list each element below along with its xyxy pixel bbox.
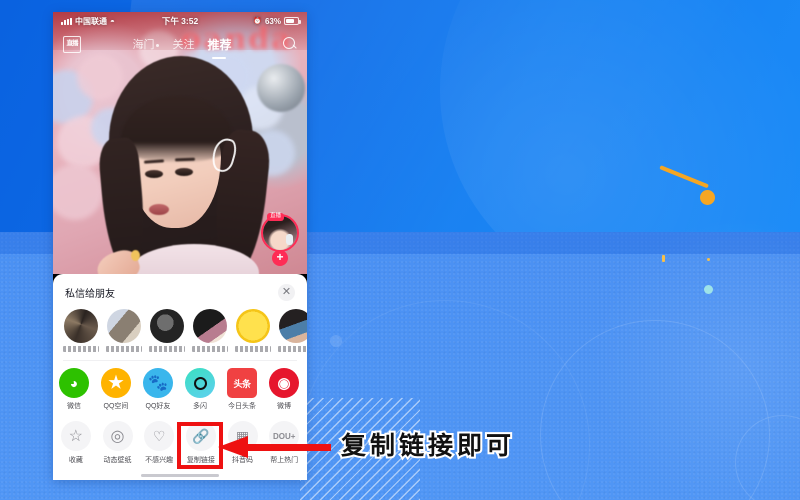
not-interested-icon: ♡ [144, 421, 175, 451]
close-icon[interactable]: ✕ [278, 284, 295, 301]
phone-screenshot: oanda 中国联通 ◓ 下午 3:52 ⏰ 63% 直播 海门 关注 推荐 直… [53, 12, 307, 480]
share-app-wechat[interactable]: ◕ 微信 [53, 368, 95, 411]
list-item[interactable] [192, 309, 228, 352]
eye-right [175, 168, 193, 176]
action-live-wallpaper[interactable]: ◎ 动态壁纸 [97, 421, 139, 465]
weibo-icon: ◉ [269, 368, 299, 398]
list-item[interactable] [235, 309, 271, 352]
toutiao-icon: 头条 [227, 368, 257, 398]
tab-dot-icon [156, 43, 160, 47]
friend-name-blurred [235, 346, 271, 352]
share-app-label: 今日头条 [228, 403, 256, 410]
share-app-weibo[interactable]: ◉ 微博 [263, 368, 305, 411]
friends-list [53, 307, 307, 360]
tab-haimen[interactable]: 海门 [132, 36, 160, 52]
live-badge: 直播 [267, 213, 285, 221]
list-item[interactable] [278, 309, 307, 352]
comet-dot-icon [700, 190, 715, 205]
share-app-duoshan[interactable]: 多闪 [179, 368, 221, 411]
live-entry-button[interactable]: 直播 [63, 35, 81, 53]
wechat-icon: ◕ [59, 368, 89, 398]
battery-icon [284, 17, 301, 25]
share-app-toutiao[interactable]: 头条 今日头条 [221, 368, 263, 411]
mouth [149, 204, 169, 215]
spark-2 [707, 258, 710, 261]
disco-ball-decor [257, 64, 305, 112]
live-author-avatar[interactable]: 直播 + [259, 213, 301, 266]
avatar [64, 309, 98, 343]
friend-name-blurred [278, 346, 307, 352]
share-app-label: 微博 [277, 403, 291, 410]
avatar [236, 309, 270, 343]
spark-1 [662, 255, 665, 262]
home-indicator [141, 474, 219, 477]
status-bar-time: 下午 3:52 [161, 16, 199, 26]
action-label: 动态壁纸 [103, 457, 132, 464]
share-sheet-title: 私信给朋友 [65, 289, 115, 300]
share-app-qq[interactable]: 🐾 QQ好友 [137, 368, 179, 411]
star-icon: ☆ [60, 421, 91, 451]
share-app-label: 更多分享 [305, 401, 307, 411]
feed-tabs: 海门 关注 推荐 [132, 36, 231, 53]
share-sheet-header: 私信给朋友 ✕ [53, 274, 307, 307]
friend-name-blurred [149, 346, 185, 352]
search-icon[interactable] [282, 37, 297, 51]
qq-icon: 🐾 [143, 368, 173, 398]
annotation-callout-text: 复制链接即可 [339, 429, 516, 462]
highlight-box [177, 422, 223, 469]
tab-recommended[interactable]: 推荐 [207, 36, 231, 53]
share-app-label: 多闪 [193, 403, 207, 410]
eye-left [145, 170, 163, 178]
follow-button[interactable]: + [272, 250, 288, 266]
share-app-more[interactable]: ⋯ 更多分享 [305, 368, 307, 411]
left-arrow-icon [218, 436, 331, 458]
list-item[interactable] [63, 309, 99, 352]
action-not-interested[interactable]: ♡ 不感兴趣 [138, 421, 180, 465]
share-app-label: QQ好友 [145, 403, 171, 410]
share-app-label: QQ空间 [103, 403, 129, 410]
balloon-decor [53, 164, 103, 220]
action-favorite[interactable]: ☆ 收藏 [55, 421, 97, 465]
duoshan-icon [185, 368, 215, 398]
arrow-shaft [241, 444, 331, 451]
share-app-qzone[interactable]: ★ QQ空间 [95, 368, 137, 411]
friend-name-blurred [192, 346, 228, 352]
spark-4 [330, 335, 342, 347]
avatar [150, 309, 184, 343]
action-label: 不感兴趣 [145, 457, 174, 464]
tab-haimen-label: 海门 [132, 39, 155, 51]
avatar-image [263, 216, 297, 250]
share-app-row: ◕ 微信 ★ QQ空间 🐾 QQ好友 多闪 头条 今日头条 ◉ 微博 [53, 361, 307, 413]
microphone-icon [286, 234, 293, 245]
list-item[interactable] [149, 309, 185, 352]
person-subject [93, 52, 273, 274]
friend-name-blurred [63, 346, 99, 352]
action-label: 收藏 [68, 457, 83, 464]
feed-navbar: 直播 海门 关注 推荐 [53, 30, 307, 58]
share-app-label: 微信 [67, 403, 81, 410]
fingernail [131, 250, 140, 261]
live-wallpaper-icon: ◎ [102, 421, 133, 451]
status-bar: 中国联通 ◓ 下午 3:52 ⏰ 63% [53, 12, 307, 30]
list-item[interactable] [106, 309, 142, 352]
qzone-icon: ★ [101, 368, 131, 398]
avatar [279, 309, 307, 343]
friend-name-blurred [106, 346, 142, 352]
spark-3 [704, 285, 713, 294]
tab-following[interactable]: 关注 [172, 36, 194, 52]
avatar [193, 309, 227, 343]
avatar [107, 309, 141, 343]
